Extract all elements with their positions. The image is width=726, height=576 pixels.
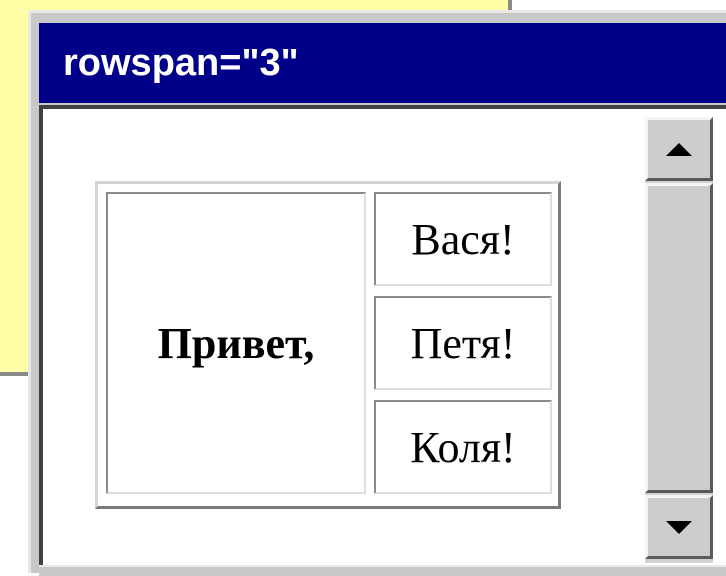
scroll-down-button[interactable] <box>645 495 713 559</box>
arrow-down-icon <box>666 520 692 534</box>
window-bottom-edge <box>39 565 726 576</box>
rowspan-table: Привет, Вася! Петя! Коля! <box>95 181 561 509</box>
arrow-up-icon <box>666 142 692 156</box>
scroll-thumb[interactable] <box>645 183 713 493</box>
content-viewport: Привет, Вася! Петя! Коля! <box>39 105 726 565</box>
browser-window: rowspan="3" Привет, Вася! Петя! Коля! <box>28 10 726 576</box>
table-cell-row-3: Коля! <box>374 400 552 494</box>
scroll-up-button[interactable] <box>645 117 713 181</box>
vertical-scrollbar[interactable] <box>645 117 713 563</box>
table-cell-row-2: Петя! <box>374 296 552 390</box>
merged-cell: Привет, <box>106 192 366 494</box>
table-cell-row-1: Вася! <box>374 192 552 286</box>
window-title: rowspan="3" <box>39 23 726 103</box>
